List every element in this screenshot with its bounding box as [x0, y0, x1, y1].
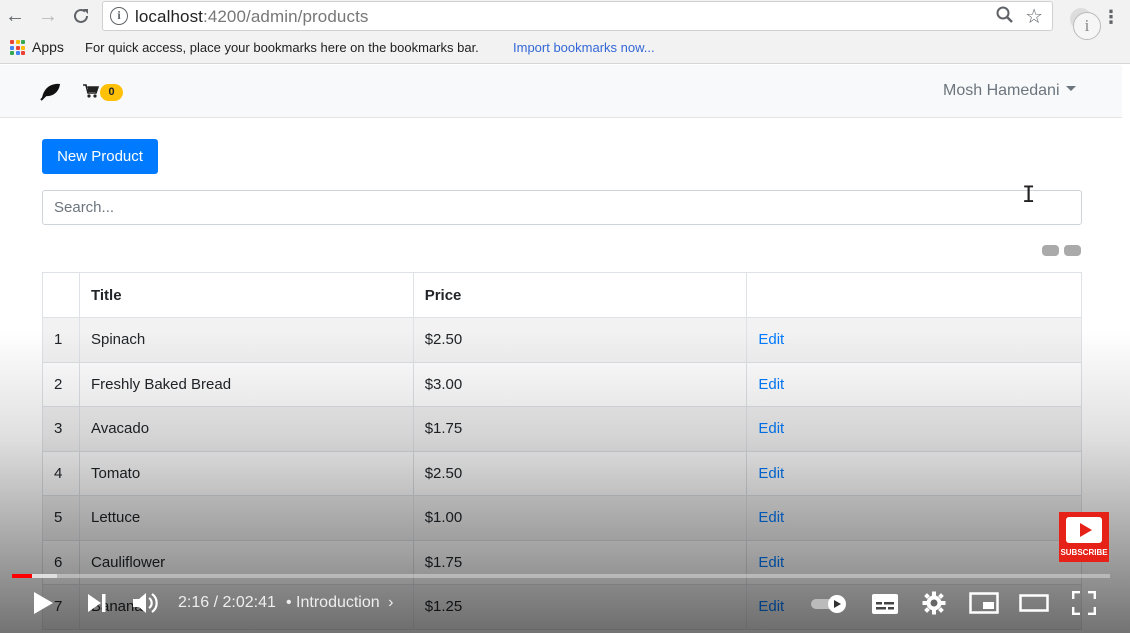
apps-grid-dot [10, 51, 14, 55]
chevron-right-icon: › [388, 594, 394, 611]
import-bookmarks-link[interactable]: Import bookmarks now... [513, 40, 655, 55]
table-row: 5 Lettuce $1.00 Edit [42, 495, 1082, 541]
bookmark-star-icon[interactable]: ☆ [1025, 4, 1043, 29]
product-title: Freshly Baked Bread [78, 361, 414, 407]
apps-grid-dot [10, 40, 14, 44]
forward-icon[interactable]: → [36, 4, 60, 28]
edit-link[interactable]: Edit [758, 509, 784, 526]
subscribe-button[interactable]: SUBSCRIBE [1059, 512, 1109, 562]
bookmarks-bar: Apps For quick access, place your bookma… [0, 36, 1130, 60]
edit-cell: Edit [746, 406, 1082, 452]
column-header-price[interactable]: Price [412, 272, 748, 318]
row-index: 4 [42, 450, 80, 496]
edit-link[interactable]: Edit [758, 465, 784, 482]
subscribe-label: SUBSCRIBE [1060, 548, 1108, 557]
shopping-cart-icon[interactable] [83, 83, 100, 99]
theater-mode-icon[interactable] [1019, 594, 1049, 617]
chapter-title[interactable]: • Introduction › [286, 594, 393, 612]
video-progress-bar[interactable] [12, 574, 1110, 578]
url-text[interactable]: localhost:4200/admin/products [135, 7, 369, 27]
play-icon[interactable] [32, 591, 54, 620]
row-index: 5 [42, 495, 80, 541]
apps-grid-dot [21, 45, 25, 50]
table-header-row: Title Price [42, 272, 1082, 318]
user-menu-dropdown[interactable]: Mosh Hamedani [943, 82, 1076, 100]
product-price: $1.25 [412, 584, 748, 630]
apps-grid-dot [10, 45, 14, 50]
product-title: Avacado [78, 406, 414, 452]
settings-gear-icon[interactable] [922, 591, 946, 620]
edit-link[interactable]: Edit [758, 420, 784, 437]
fullscreen-icon[interactable] [1071, 590, 1097, 620]
site-info-icon[interactable]: i [110, 7, 128, 25]
edit-cell: Edit [746, 317, 1082, 363]
row-index: 1 [42, 317, 80, 363]
edit-link[interactable]: Edit [758, 376, 784, 393]
edit-link[interactable]: Edit [758, 554, 784, 571]
bookmarks-message: For quick access, place your bookmarks h… [85, 40, 479, 55]
user-name: Mosh Hamedani [943, 82, 1060, 99]
product-title: Lettuce [78, 495, 414, 541]
app-navbar: 0 Mosh Hamedani [0, 65, 1122, 118]
edit-cell: Edit [746, 495, 1082, 541]
column-header-title[interactable]: Title [78, 272, 414, 318]
pagination-pill-icon[interactable] [1042, 245, 1059, 256]
column-header-index[interactable] [42, 272, 80, 318]
row-index: 3 [42, 406, 80, 452]
product-price: $2.50 [412, 450, 748, 496]
new-product-button[interactable]: New Product [42, 139, 158, 174]
current-time: 2:16 [178, 594, 210, 611]
subtitles-icon[interactable] [871, 593, 899, 620]
caret-down-icon [1065, 86, 1076, 92]
apps-grid-dot [15, 45, 20, 50]
next-icon[interactable] [86, 593, 108, 618]
apps-grid-dot [15, 51, 20, 55]
edit-cell: Edit [746, 450, 1082, 496]
table-row: 1 Spinach $2.50 Edit [42, 317, 1082, 363]
product-title: Spinach [78, 317, 414, 363]
chapter-label: Introduction [296, 594, 380, 611]
volume-icon[interactable] [132, 590, 160, 621]
product-price: $2.50 [412, 317, 748, 363]
miniplayer-icon[interactable] [969, 592, 999, 619]
apps-grid-dot [15, 40, 20, 44]
progress-played [12, 574, 32, 578]
edit-link[interactable]: Edit [758, 331, 784, 348]
zoom-icon[interactable] [996, 6, 1014, 29]
apps-grid-dot [21, 40, 25, 44]
column-header-actions [746, 272, 1082, 318]
back-icon[interactable]: ← [3, 4, 27, 28]
time-display: 2:16 / 2:02:41 [178, 594, 276, 611]
table-row: 3 Avacado $1.75 Edit [42, 406, 1082, 452]
edit-link[interactable]: Edit [758, 598, 784, 615]
pagination-pill-icon[interactable] [1064, 245, 1081, 256]
apps-grid-dot [21, 51, 25, 55]
reload-icon[interactable] [69, 4, 93, 28]
duration: 2:02:41 [222, 594, 276, 611]
leaf-icon[interactable] [40, 81, 62, 101]
cart-count-badge[interactable]: 0 [100, 84, 123, 101]
autoplay-toggle-icon[interactable] [810, 594, 850, 619]
address-bar[interactable]: i localhost:4200/admin/products ☆ [102, 1, 1053, 31]
search-input[interactable] [42, 190, 1082, 225]
product-price: $1.00 [412, 495, 748, 541]
product-title: Tomato [78, 450, 414, 496]
browser-chrome: ← → i localhost:4200/admin/products ☆ i … [0, 0, 1130, 64]
table-row: 2 Freshly Baked Bread $3.00 Edit [42, 361, 1082, 407]
apps-icon[interactable] [10, 40, 25, 55]
product-price: $3.00 [412, 361, 748, 407]
browser-menu-icon[interactable]: ⋮ [1102, 6, 1120, 30]
table-row: 4 Tomato $2.50 Edit [42, 450, 1082, 496]
text-cursor-icon: I [1022, 183, 1036, 208]
play-triangle-icon [1080, 523, 1092, 537]
product-price: $1.75 [412, 406, 748, 452]
edit-cell: Edit [746, 361, 1082, 407]
apps-link[interactable]: Apps [32, 39, 64, 55]
row-index: 2 [42, 361, 80, 407]
